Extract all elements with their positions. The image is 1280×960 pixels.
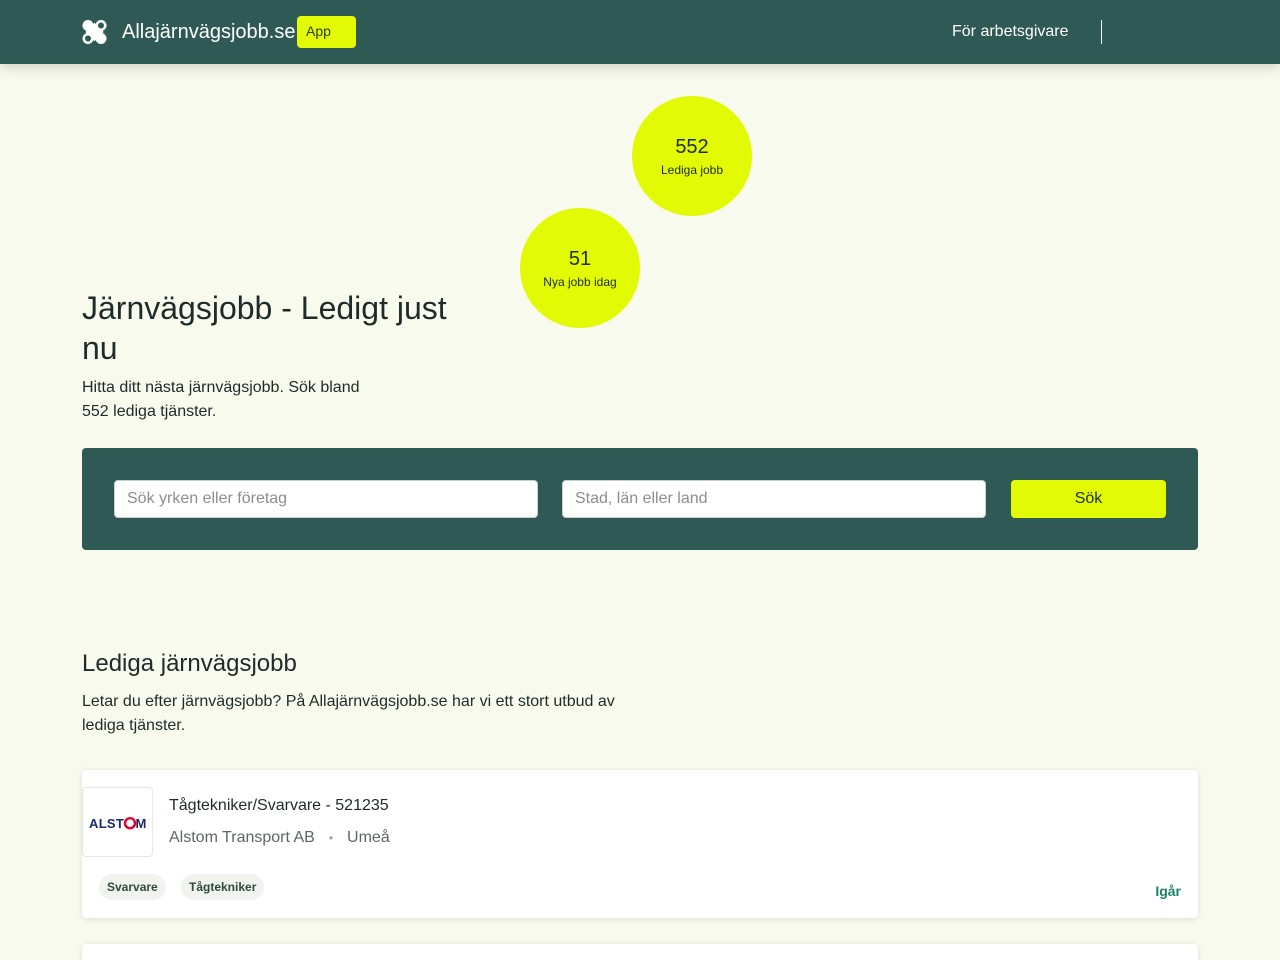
site-name[interactable]: Allajärnvägsjobb.se (122, 20, 295, 44)
stat-new-jobs-value: 51 (568, 248, 592, 270)
search-button[interactable]: Sök (1011, 480, 1166, 518)
hero-subtitle: Hitta ditt nästa järnvägsjobb. Sök bland… (82, 379, 360, 420)
job-card[interactable]: ALST M Tågtekniker/Svarvare - 521235 Als… (82, 770, 1198, 918)
app-badge[interactable]: App (297, 16, 356, 48)
job-tag[interactable]: Tågtekniker (181, 874, 265, 900)
section-description: Letar du efter järnvägsjobb? På Allajärn… (82, 693, 615, 734)
stat-new-jobs-today: 51 Nya jobb idag (520, 208, 640, 328)
job-location: Umeå (347, 829, 390, 846)
company-logo: ALST M (82, 787, 153, 857)
job-company: Alstom Transport AB (169, 829, 315, 846)
job-tag[interactable]: Svarvare (99, 874, 166, 900)
search-panel: Sök (82, 448, 1198, 550)
search-what-input[interactable] (114, 480, 538, 518)
search-location-input[interactable] (562, 480, 986, 518)
job-meta: Alstom Transport AB • Umeå (169, 829, 390, 847)
stat-new-jobs-label: Nya jobb idag (543, 275, 617, 289)
job-title-link[interactable]: Tågtekniker/Svarvare - 521235 (169, 797, 389, 815)
svg-text:ALST: ALST (89, 816, 124, 830)
stat-open-jobs-label: Lediga jobb (660, 163, 724, 177)
four-dots-logo-icon[interactable] (82, 19, 107, 45)
alstom-logo-icon: ALST M (89, 816, 147, 830)
header-divider (1101, 20, 1102, 44)
separator-dot-icon: • (328, 831, 334, 845)
page-title: Järnvägsjobb - Ledigt just nu (82, 290, 447, 366)
stat-open-jobs-value: 552 (675, 136, 709, 158)
job-card[interactable] (82, 944, 1198, 960)
job-date: Igår (1155, 883, 1181, 899)
site-header: Allajärnvägsjobb.se App För arbetsgivare (0, 0, 1280, 64)
svg-text:M: M (136, 816, 147, 830)
stat-open-jobs: 552 Lediga jobb (632, 96, 752, 216)
for-employers-link[interactable]: För arbetsgivare (952, 23, 1069, 41)
section-title: Lediga järnvägsjobb (82, 650, 297, 677)
